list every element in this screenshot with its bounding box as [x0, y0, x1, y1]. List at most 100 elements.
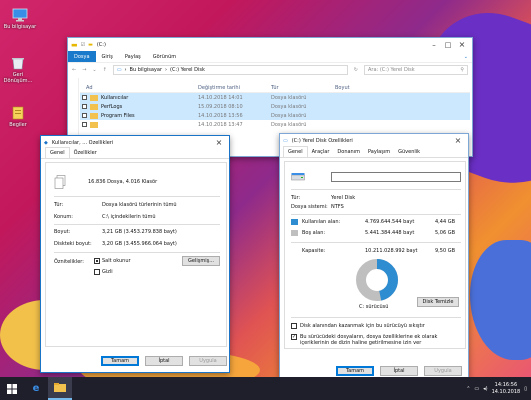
tab-share[interactable]: Paylaş	[119, 54, 147, 60]
window-title: (C:)	[96, 41, 106, 48]
field-value-type: Dosya klasörü türlerinin tümü	[102, 202, 177, 208]
filesystem-value: NTFS	[331, 204, 344, 210]
file-name: Program Files	[101, 112, 135, 119]
maximize-button[interactable]: □	[441, 39, 455, 51]
divider	[291, 189, 461, 190]
breadcrumb[interactable]: ▭ › Bu bilgisayar › (C:) Yerel Disk	[112, 65, 348, 75]
file-name: Kullanıcılar	[101, 94, 129, 101]
chevron-down-icon[interactable]: ⌄	[92, 67, 96, 73]
tab-tools[interactable]: Araçlar	[308, 147, 334, 157]
file-row[interactable]: Kullanıcılar 14.10.2018 14:01 Dosya klasör…	[80, 93, 470, 102]
used-color-swatch	[291, 219, 298, 225]
chevron-right-icon: ›	[124, 67, 127, 73]
tab-general[interactable]: Genel	[283, 146, 308, 157]
back-arrow-icon[interactable]: ←	[72, 67, 76, 73]
dialog-titlebar: ▭ (C:) Yerel Disk Özellikleri ×	[280, 134, 468, 147]
forward-arrow-icon[interactable]: →	[82, 67, 86, 73]
column-header-type[interactable]: Tür	[271, 85, 335, 91]
row-checkbox[interactable]	[82, 113, 87, 118]
close-button[interactable]: ×	[451, 135, 465, 147]
clock-date: 14.10.2018	[491, 388, 521, 395]
index-checkbox-row[interactable]: ✓ Bu sürücüdeki dosyaların, dosya özelli…	[291, 334, 461, 346]
tab-hardware[interactable]: Donanım	[333, 147, 364, 157]
file-row[interactable]: Program Files 14.10.2018 13:56 Dosya klasö…	[80, 111, 470, 120]
dialog-buttons: Tamam İptal Uygula	[101, 356, 227, 366]
compress-label: Disk alanından kazanmak için bu sürücüyü…	[300, 323, 425, 329]
cancel-button[interactable]: İptal	[145, 356, 183, 366]
row-checkbox[interactable]	[82, 104, 87, 109]
index-checkbox[interactable]: ✓	[291, 334, 297, 340]
field-value-size-on-disk: 3,20 GB (3.455.966.064 bayt)	[102, 241, 177, 247]
desktop-icon-recycle-bin[interactable]: Geri Dönüşüm...	[0, 56, 36, 84]
column-header-date[interactable]: Değiştirme tarihi	[198, 85, 271, 91]
breadcrumb-item[interactable]: Bu bilgisayar	[130, 67, 162, 73]
edge-browser-icon[interactable]: e	[24, 377, 48, 400]
row-checkbox[interactable]	[82, 122, 87, 127]
apply-button[interactable]: Uygula	[189, 356, 227, 366]
up-arrow-icon[interactable]: ↑	[103, 67, 107, 73]
file-type: Dosya klasörü	[271, 112, 307, 119]
properties-icon[interactable]: ☑	[81, 42, 85, 48]
disk-cleanup-button[interactable]: Disk Temizle	[417, 297, 459, 307]
type-label: Tür:	[291, 195, 301, 201]
refresh-icon[interactable]: ↻	[354, 67, 358, 73]
hidden-checkbox[interactable]	[94, 269, 100, 275]
tab-home[interactable]: Giriş	[96, 54, 119, 60]
network-icon[interactable]: ▭	[474, 386, 479, 392]
minimize-button[interactable]: –	[427, 39, 441, 51]
file-type: Dosya klasörü	[271, 121, 307, 128]
tab-general[interactable]: Genel	[45, 147, 70, 158]
new-folder-icon[interactable]: ▬	[88, 42, 93, 48]
notifications-icon[interactable]: ▯	[524, 386, 527, 392]
compress-checkbox-row[interactable]: Disk alanından kazanmak için bu sürücüyü…	[291, 323, 425, 329]
column-header-size[interactable]: Boyut	[335, 85, 395, 91]
clock[interactable]: 14:16:56 14.10.2018	[492, 382, 521, 396]
computer-icon	[12, 8, 28, 22]
hidden-checkbox-row[interactable]: Gizli	[94, 269, 113, 275]
close-button[interactable]: ×	[455, 39, 469, 51]
tab-view[interactable]: Görünüm	[147, 54, 182, 60]
ok-button[interactable]: Tamam	[336, 366, 374, 376]
readonly-label: Salt okunur	[102, 258, 131, 264]
chevron-up-icon[interactable]: ⌃	[466, 386, 470, 392]
volume-icon[interactable]: ◂)	[483, 386, 487, 392]
column-header-name[interactable]: Ad	[80, 85, 198, 91]
volume-label-input[interactable]	[331, 172, 461, 182]
file-count-summary: 16.836 Dosya, 4.016 Klasör	[88, 179, 158, 185]
dialog-title: (C:) Yerel Disk Özellikleri	[291, 137, 353, 144]
breadcrumb-item[interactable]: (C:) Yerel Disk	[170, 67, 205, 73]
explorer-titlebar: ▬ ☑ ▬ (C:) – □ ×	[68, 38, 472, 51]
file-row[interactable]: PerfLogs 15.09.2018 08:10 Dosya klasörü	[80, 102, 470, 111]
attributes-label: Öznitelikler:	[54, 259, 84, 265]
folder-icon	[90, 112, 98, 119]
tab-attributes[interactable]: Özellikler	[70, 148, 101, 158]
file-row[interactable]: 14.10.2018 13:47 Dosya klasörü	[80, 120, 470, 129]
apply-button[interactable]: Uygula	[424, 366, 462, 376]
tab-panel: Tür: Yerel Disk Dosya sistemi: NTFS Kull…	[284, 161, 466, 349]
filesystem-label: Dosya sistemi:	[291, 204, 328, 210]
tab-file[interactable]: Dosya	[68, 51, 96, 62]
cancel-button[interactable]: İptal	[380, 366, 418, 376]
readonly-checkbox[interactable]	[94, 258, 100, 264]
close-button[interactable]: ×	[212, 137, 226, 149]
capacity-bytes: 10.211.028.992 bayt	[365, 248, 418, 254]
compress-checkbox[interactable]	[291, 323, 297, 329]
desktop-icon-bin2[interactable]: Begiler	[0, 106, 36, 128]
free-gb: 5,06 GB	[435, 230, 456, 236]
file-date: 14.10.2018 13:47	[198, 121, 243, 128]
start-button[interactable]	[0, 377, 24, 400]
disk-usage-donut	[356, 259, 398, 301]
desktop-icon-this-pc[interactable]: Bu bilgisayar	[2, 8, 38, 30]
drive-icon: ▭	[283, 137, 288, 144]
ok-button[interactable]: Tamam	[101, 356, 139, 366]
folder-icon	[90, 103, 98, 110]
search-input[interactable]: Ara: (C:) Yerel Disk ⚲	[364, 65, 468, 75]
row-checkbox[interactable]	[82, 95, 87, 100]
readonly-checkbox-row[interactable]: Salt okunur	[94, 258, 131, 264]
tab-sharing[interactable]: Paylaşım	[364, 147, 394, 157]
tab-security[interactable]: Güvenlik	[394, 147, 424, 157]
advanced-button[interactable]: Gelişmiş...	[182, 256, 220, 266]
chevron-down-icon[interactable]: ⌄	[464, 54, 472, 60]
disk-properties-dialog: ▭ (C:) Yerel Disk Özellikleri × Genel Ar…	[279, 133, 469, 379]
file-explorer-taskbar-icon[interactable]	[48, 377, 72, 400]
